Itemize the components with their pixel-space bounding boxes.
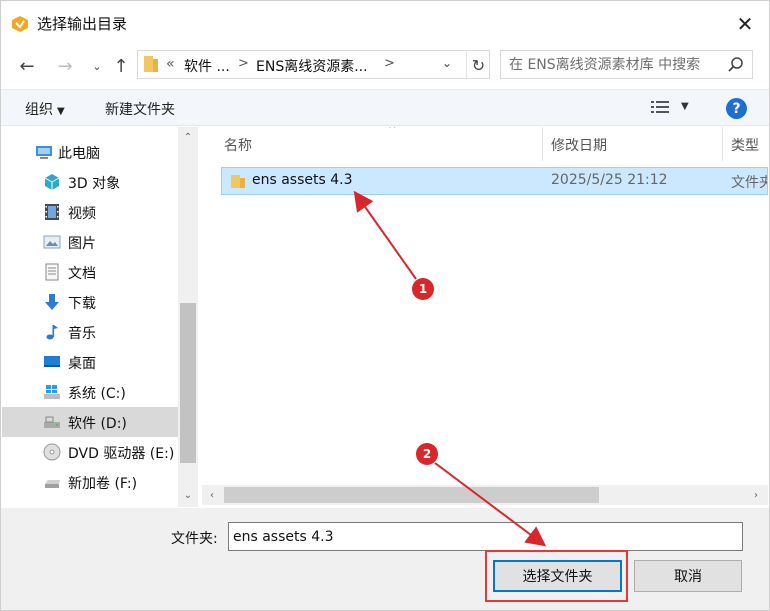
picture-icon	[43, 235, 61, 249]
select-folder-button[interactable]: 选择文件夹	[493, 560, 622, 592]
search-icon[interactable]	[727, 56, 745, 74]
music-note-icon	[46, 325, 58, 340]
scroll-left-icon[interactable]: ‹	[204, 487, 220, 503]
cancel-button[interactable]: 取消	[634, 560, 742, 592]
dvd-icon	[43, 443, 61, 461]
drive-icon	[44, 416, 60, 428]
desktop-icon	[44, 356, 60, 367]
organize-label: 组织	[25, 102, 53, 118]
document-icon	[45, 263, 59, 281]
help-icon[interactable]: ?	[726, 98, 747, 119]
nav-item-label: 音乐	[68, 326, 96, 342]
up-button[interactable]: ↑	[109, 53, 133, 79]
column-header-name[interactable]: 名称 ^	[216, 127, 543, 161]
nav-item-label: 文档	[68, 266, 96, 282]
column-header-date[interactable]: 修改日期	[543, 127, 723, 161]
nav-item-3d-objects[interactable]: 3D 对象	[2, 167, 178, 197]
file-row[interactable]: ens assets 4.3 2025/5/25 21:12 文件夹	[221, 167, 768, 195]
sort-ascending-icon: ^	[388, 127, 397, 135]
column-label: 修改日期	[551, 138, 607, 154]
nav-item-pictures[interactable]: 图片	[2, 227, 178, 257]
search-box	[500, 50, 753, 79]
caret-down-icon: ▼	[57, 106, 65, 117]
file-list-pane: 名称 ^ 修改日期 类型 ens assets 4.3 2025/5/25 21…	[202, 127, 768, 507]
folder-icon	[144, 56, 158, 72]
arrow-right-icon: →	[57, 55, 73, 77]
address-segment-software[interactable]: 软件 ...	[184, 56, 230, 76]
film-icon	[45, 204, 59, 220]
chevron-down-icon: ⌄	[442, 56, 453, 70]
folder-field-label: 文件夹:	[171, 531, 218, 547]
refresh-icon: ↻	[471, 55, 486, 75]
search-input[interactable]	[509, 55, 719, 75]
file-type: 文件夹	[731, 175, 767, 191]
nav-item-music[interactable]: 音乐	[2, 317, 178, 347]
scroll-down-icon[interactable]: ⌄	[180, 487, 196, 503]
nav-item-label: 软件 (D:)	[68, 416, 127, 432]
forward-button[interactable]: →	[53, 53, 77, 79]
file-name: ens assets 4.3	[252, 172, 353, 188]
column-label: 类型	[731, 138, 759, 154]
select-output-folder-dialog: 选择输出目录 ✕ ← → ⌄ ↑ « 软件 ... > ENS离线资源素... …	[0, 0, 770, 611]
nav-pane-scrollbar[interactable]: ⌃ ⌄	[178, 127, 198, 507]
chevron-down-icon: ⌄	[92, 59, 102, 73]
nav-item-drive-f[interactable]: 新加卷 (F:)	[2, 467, 178, 497]
nav-item-label: 下载	[68, 296, 96, 312]
view-details-icon[interactable]	[651, 100, 669, 116]
scroll-right-icon[interactable]: ›	[748, 487, 764, 503]
scrollbar-thumb[interactable]	[180, 303, 196, 463]
column-header-type[interactable]: 类型	[723, 127, 768, 161]
nav-item-desktop[interactable]: 桌面	[2, 347, 178, 377]
window-title: 选择输出目录	[37, 15, 128, 33]
nav-item-label: 桌面	[68, 356, 96, 372]
nav-item-drive-d[interactable]: 软件 (D:)	[2, 407, 178, 437]
recent-locations-button[interactable]: ⌄	[85, 53, 109, 79]
cube-3d-icon	[44, 174, 60, 190]
arrow-left-icon: ←	[19, 55, 35, 77]
close-icon: ✕	[736, 12, 754, 36]
back-button[interactable]: ←	[15, 53, 39, 79]
nav-item-videos[interactable]: 视频	[2, 197, 178, 227]
nav-item-label: 3D 对象	[68, 176, 121, 192]
address-segment-ens[interactable]: ENS离线资源素...	[256, 56, 368, 76]
scroll-up-icon[interactable]: ⌃	[180, 129, 196, 145]
address-history-dropdown[interactable]: ⌄	[442, 56, 452, 70]
organize-menu[interactable]: 组织 ▼	[25, 99, 65, 119]
command-toolbar: 组织 ▼ 新建文件夹 ▼ ?	[1, 89, 769, 126]
download-arrow-icon	[45, 294, 59, 310]
nav-item-this-pc[interactable]: 此电脑	[2, 137, 178, 167]
folder-icon	[231, 175, 245, 188]
horizontal-scrollbar[interactable]: ‹ ›	[202, 485, 768, 505]
nav-item-label: 图片	[68, 236, 96, 252]
nav-item-label: 系统 (C:)	[68, 386, 126, 402]
nav-item-drive-c[interactable]: 系统 (C:)	[2, 377, 178, 407]
nav-item-downloads[interactable]: 下载	[2, 287, 178, 317]
address-separator[interactable]: >	[238, 56, 249, 71]
view-options-dropdown[interactable]: ▼	[681, 101, 689, 112]
close-button[interactable]: ✕	[725, 9, 765, 39]
nav-item-label: 此电脑	[58, 146, 100, 162]
arrow-up-icon: ↑	[113, 55, 129, 77]
file-modified-date: 2025/5/25 21:12	[551, 172, 668, 188]
app-logo-icon	[12, 16, 28, 32]
nav-item-dvd-e[interactable]: DVD 驱动器 (E:)	[2, 437, 178, 467]
new-folder-button[interactable]: 新建文件夹	[105, 99, 175, 119]
address-bar[interactable]: « 软件 ... > ENS离线资源素... > ⌄ ↻	[137, 50, 490, 79]
dialog-footer: 文件夹: 选择文件夹 取消	[1, 508, 769, 610]
computer-icon	[36, 146, 52, 159]
nav-item-label: DVD 驱动器 (E:)	[68, 446, 175, 462]
folder-name-input[interactable]	[228, 522, 743, 551]
drive-icon	[45, 480, 60, 488]
windows-drive-icon	[44, 385, 60, 399]
nav-item-label: 视频	[68, 206, 96, 222]
address-overflow[interactable]: «	[166, 56, 175, 72]
navigation-pane: 此电脑 3D 对象 视频 图片 文档 下载 音乐 桌面 系统 (C:) 软件 (…	[2, 127, 198, 507]
scrollbar-thumb[interactable]	[224, 487, 599, 503]
nav-item-label: 新加卷 (F:)	[68, 476, 138, 492]
refresh-button[interactable]: ↻	[466, 52, 490, 78]
nav-item-documents[interactable]: 文档	[2, 257, 178, 287]
title-bar: 选择输出目录 ✕	[1, 1, 769, 45]
address-separator[interactable]: >	[384, 56, 395, 71]
column-label: 名称	[224, 138, 252, 154]
